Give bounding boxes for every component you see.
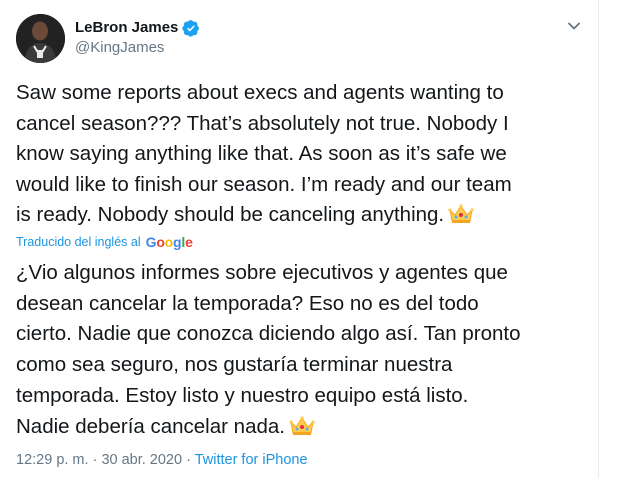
translation-line-last: Nadie debería cancelar nada. bbox=[16, 412, 591, 443]
google-logo: Google bbox=[145, 234, 193, 250]
tweet-line: would like to finish our season. I’m rea… bbox=[16, 172, 512, 196]
translation-line: cierto. Nadie que conozca diciendo algo … bbox=[16, 322, 521, 346]
meta-separator: · bbox=[88, 452, 102, 468]
user-handle[interactable]: @KingJames bbox=[75, 39, 200, 56]
translation-label: Traducido del inglés al bbox=[16, 235, 141, 249]
translation-text: ¿Vio algunos informes sobre ejecutivos y… bbox=[16, 258, 591, 442]
tweet-line: is ready. Nobody should be canceling any… bbox=[16, 203, 445, 226]
translation-line: temporada. Estoy listo y nuestro equipo … bbox=[16, 383, 469, 407]
tweet-source[interactable]: Twitter for iPhone bbox=[195, 452, 308, 468]
tweet-line: Saw some reports about execs and agents … bbox=[16, 81, 504, 104]
tweet-time[interactable]: 12:29 p. m. bbox=[16, 452, 89, 468]
meta-separator: · bbox=[182, 452, 195, 468]
crown-emoji-icon bbox=[289, 415, 315, 437]
translation-line: desean cancelar la temporada? Eso no es … bbox=[16, 291, 479, 315]
translation-line: ¿Vio algunos informes sobre ejecutivos y… bbox=[16, 261, 508, 284]
chevron-down-icon[interactable] bbox=[566, 18, 582, 34]
author-names: LeBron James @KingJames bbox=[75, 17, 200, 56]
tweet-text: Saw some reports about execs and agents … bbox=[16, 78, 591, 231]
tweet-card: LeBron James @KingJames Saw some reports… bbox=[0, 0, 599, 478]
crown-emoji-icon bbox=[448, 203, 474, 225]
tweet-line-last: is ready. Nobody should be canceling any… bbox=[16, 200, 591, 231]
tweet-meta: 12:29 p. m. · 30 abr. 2020 · Twitter for… bbox=[16, 452, 308, 468]
translation-line: Nadie debería cancelar nada. bbox=[16, 414, 285, 438]
avatar[interactable] bbox=[16, 14, 65, 63]
translation-line: como sea seguro, nos gustaría terminar n… bbox=[16, 353, 453, 377]
tweet-date[interactable]: 30 abr. 2020 bbox=[101, 452, 182, 468]
tweet-line: cancel season??? That’s absolutely not t… bbox=[16, 111, 509, 135]
translation-attribution[interactable]: Traducido del inglés al Google bbox=[16, 234, 193, 250]
verified-badge-icon bbox=[182, 19, 200, 37]
tweet-line: know saying anything like that. As soon … bbox=[16, 142, 507, 165]
display-name[interactable]: LeBron James bbox=[75, 19, 178, 36]
tweet-header: LeBron James @KingJames bbox=[16, 14, 586, 64]
